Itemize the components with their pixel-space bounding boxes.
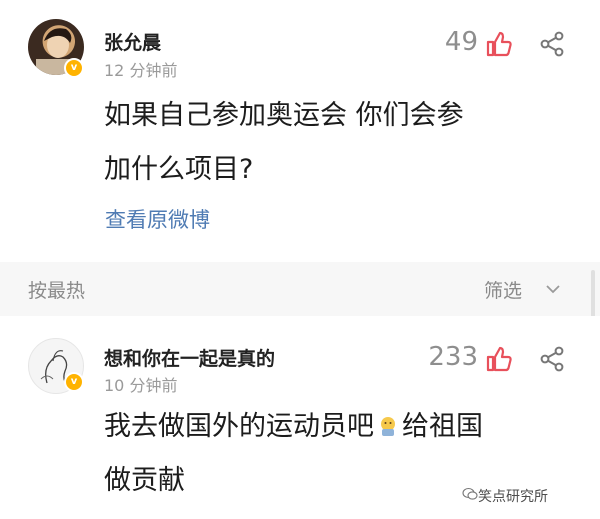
share-icon[interactable]	[538, 345, 566, 373]
verified-badge-icon: v	[64, 58, 84, 78]
post-like-count: 49	[444, 27, 478, 57]
post-timestamp: 12 分钟前	[104, 61, 178, 80]
emoji-icon	[381, 417, 395, 436]
post-content: 如果自己参加奥运会 你们会参 加什么项目?	[104, 89, 574, 197]
verified-badge-icon: v	[64, 372, 84, 392]
comment-text-part-1: 我去做国外的运动员吧	[104, 411, 374, 442]
filter-button[interactable]: 筛选	[484, 276, 522, 303]
post-content-line-2: 加什么项目?	[104, 154, 254, 185]
thumb-up-icon[interactable]	[484, 345, 512, 373]
share-icon[interactable]	[538, 30, 566, 58]
wechat-icon	[462, 487, 478, 500]
comment-timestamp: 10 分钟前	[104, 376, 178, 395]
comment-content-line-1: 我去做国外的运动员吧 给祖国	[104, 400, 574, 454]
comment-author-name[interactable]: 想和你在一起是真的	[104, 344, 275, 371]
chevron-down-icon[interactable]	[544, 280, 562, 298]
post-author-name[interactable]: 张允晨	[104, 28, 161, 55]
post-content-line-1: 如果自己参加奥运会 你们会参	[104, 100, 464, 131]
weibo-post: v 张允晨 12 分钟前 49 如果自己参加奥运会 你们会参 加什么项目? 查看…	[0, 0, 600, 262]
thumb-up-icon[interactable]	[484, 30, 512, 58]
comment-like-count: 233	[428, 342, 478, 372]
watermark-text: 笑点研究所	[478, 489, 548, 505]
view-original-weibo-link[interactable]: 查看原微博	[105, 204, 210, 234]
comment-text-part-2: 给祖国	[402, 411, 483, 442]
sort-by-hot-tab[interactable]: 按最热	[28, 276, 85, 303]
